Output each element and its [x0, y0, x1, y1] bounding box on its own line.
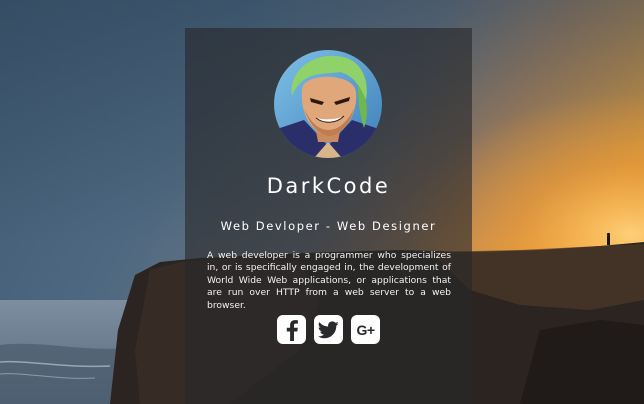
profile-card: DarkCode Web Devloper - Web Designer A w…: [185, 28, 472, 404]
avatar: [274, 50, 382, 158]
twitter-icon: [318, 320, 339, 338]
google-plus-button[interactable]: G+: [351, 315, 380, 344]
twitter-button[interactable]: [314, 315, 343, 344]
profile-name: DarkCode: [266, 174, 391, 198]
google-plus-icon: G+: [356, 321, 375, 338]
facebook-button[interactable]: [277, 315, 306, 344]
social-links: G+: [185, 315, 472, 344]
facebook-icon: [286, 319, 298, 341]
profile-bio: A web developer is a programmer who spec…: [207, 250, 451, 311]
profile-title: Web Devloper - Web Designer: [220, 219, 437, 233]
